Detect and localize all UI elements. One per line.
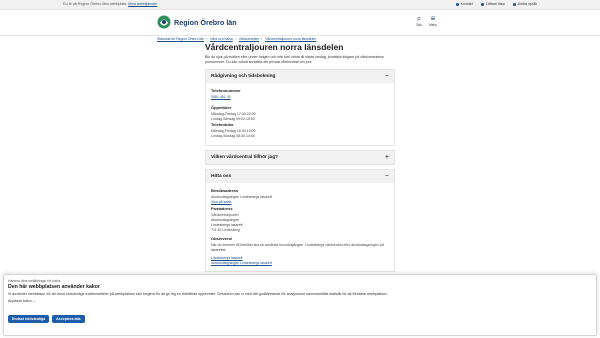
cookie-buttons: Endast nödvändiga Acceptera alla	[8, 315, 85, 323]
phone-hours-column: Telefontider Måndag-Fredag 16:30-19:00 L…	[211, 122, 256, 138]
note-text: När du kommer till besöket ska du använd…	[211, 243, 384, 252]
contact-link[interactable]: Kontakt	[455, 2, 473, 6]
main-content: Vårdcentraljouren norra länsdelen Blir d…	[205, 40, 395, 296]
accept-all-button[interactable]: Acceptera alla	[52, 315, 85, 323]
cookie-settings-heading: Hantera dina inställningar för kakor	[8, 279, 61, 283]
accordion-which-center-header[interactable]: Vilken vårdcentral tillhör jag? +	[206, 151, 394, 164]
chevron-down-icon: ⌄	[32, 299, 36, 303]
search-icon: ⌕	[416, 14, 422, 23]
expand-icon: +	[384, 154, 389, 161]
cookie-title: Den här webbplatsen använder kakor	[8, 284, 100, 290]
book-icon	[480, 2, 484, 6]
accordion-advice: Rådgivning och tidsbokning − Telefonnumm…	[205, 69, 395, 146]
collapse-icon: −	[384, 73, 389, 80]
accordion-which-center: Vilken vårdcentral tillhör jag? +	[205, 150, 395, 165]
customize-cookies-toggle[interactable]: Anpassa kakor ⌄	[8, 299, 592, 303]
region-logo-icon	[157, 15, 171, 29]
utility-links: Kontakt Lättare läsa Andra språk	[455, 2, 537, 6]
menu-button[interactable]: ≡ Meny	[426, 14, 440, 28]
page-title: Vårdcentraljouren norra länsdelen	[205, 42, 344, 52]
my-services-link[interactable]: Mina webbtjänster	[128, 2, 157, 6]
necessary-only-button[interactable]: Endast nödvändiga	[8, 315, 50, 323]
easy-read-link[interactable]: Lättare läsa	[480, 2, 505, 6]
site-header: Region Örebro län ⌕ Sök ≡ Meny	[0, 10, 600, 36]
collapse-icon: −	[384, 173, 389, 180]
accordion-find-us: Hitta oss − Besöksadress Akutmottagninge…	[205, 169, 395, 272]
cookie-banner: Hantera dina inställningar för kakor Den…	[3, 274, 597, 336]
map-link[interactable]: Visa på karta	[211, 200, 301, 205]
accordion-advice-body: Telefonnummer 0581-461 00 Öppettider Mån…	[206, 83, 394, 145]
page-intro: Blir du sjuk på kvällen eller under helg…	[205, 55, 384, 64]
accordion-advice-header[interactable]: Rådgivning och tidsbokning −	[206, 70, 394, 83]
cookie-text: Vi använder webbkakor för att vissa nödv…	[8, 292, 389, 296]
post-address-column: Postadress Vårdcentraljouren Akutmottagn…	[211, 206, 243, 232]
site-logo[interactable]: Region Örebro län	[157, 14, 237, 30]
languages-link[interactable]: Andra språk	[512, 2, 537, 6]
breadcrumb-item[interactable]: Startsida för Region Örebro län	[157, 37, 204, 41]
accordion-find-us-body: Besöksadress Akutmottagningen Lindesberg…	[206, 183, 394, 271]
phone-icon	[455, 2, 459, 6]
top-utility-bar: Du är på Region Örebro läns webbplats. M…	[0, 0, 600, 10]
accordion-find-us-header[interactable]: Hitta oss −	[206, 170, 394, 183]
site-notice: Du är på Region Örebro läns webbplats. M…	[63, 2, 158, 6]
hamburger-icon: ≡	[430, 14, 436, 23]
phone-column: Telefonnummer 0581-461 00 Öppettider Mån…	[211, 88, 301, 122]
visit-address-column: Besöksadress Akutmottagningen Lindesberg…	[211, 188, 301, 205]
emergency-link[interactable]: Akutmottagningen Lindesbergs lasarett	[211, 261, 389, 266]
globe-icon	[512, 2, 516, 6]
search-button[interactable]: ⌕ Sök	[412, 14, 426, 28]
